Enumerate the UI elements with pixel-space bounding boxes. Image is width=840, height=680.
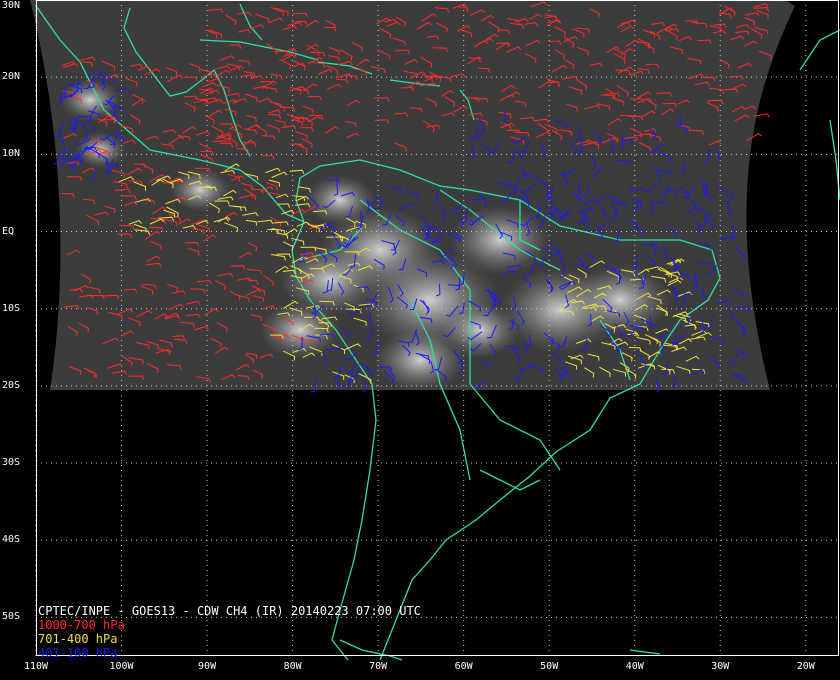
legend-item-low: 1000-700 hPa	[38, 618, 125, 632]
legend: CPTEC/INPE - GOES13 - CDW CH4 (IR) 20140…	[38, 604, 421, 660]
cloud-patch	[75, 132, 125, 168]
lon-label: 100W	[109, 661, 134, 672]
lat-label: 20S	[2, 379, 21, 391]
lat-label: 20N	[2, 71, 21, 83]
lat-label: 10S	[2, 302, 21, 314]
wind-map	[0, 0, 840, 680]
lat-label: 30S	[2, 457, 21, 469]
lon-label: 60W	[454, 661, 473, 672]
satellite-image	[30, 0, 795, 392]
lat-label: EQ	[2, 225, 15, 237]
legend-item-high: 401-100 hPa	[38, 646, 118, 660]
lat-label: 30N	[2, 0, 21, 11]
lon-label: 110W	[23, 661, 49, 672]
lon-label: 40W	[625, 661, 644, 672]
lat-label: 40S	[2, 534, 21, 546]
legend-item-mid: 701-400 hPa	[38, 632, 118, 646]
lon-label: 70W	[369, 661, 388, 672]
lon-label: 30W	[711, 661, 730, 672]
map-title: CPTEC/INPE - GOES13 - CDW CH4 (IR) 20140…	[38, 604, 421, 618]
lat-label: 10N	[2, 148, 21, 160]
cloud-patch	[60, 79, 120, 121]
lon-label: 50W	[540, 661, 559, 672]
lon-label: 90W	[198, 661, 217, 672]
lon-label: 80W	[283, 661, 302, 672]
lon-label: 20W	[796, 661, 815, 672]
lat-label: 50S	[2, 611, 21, 623]
